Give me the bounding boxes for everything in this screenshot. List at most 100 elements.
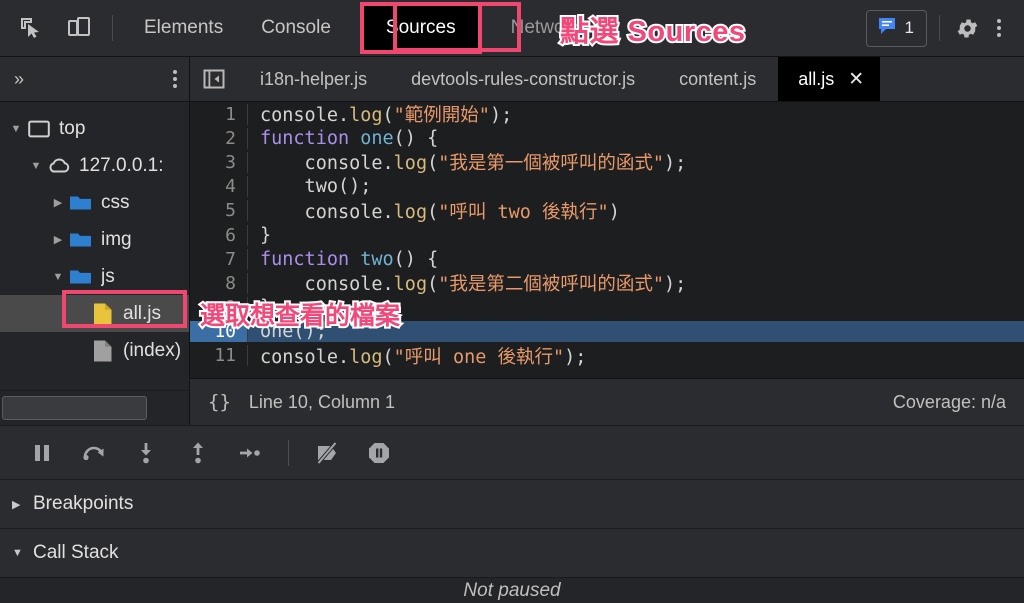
code-line[interactable]: 9} <box>190 296 1024 320</box>
file-tab-devtools-rules-constructor[interactable]: devtools-rules-constructor.js <box>389 57 657 101</box>
code-line-content[interactable]: console.log("呼叫 two 後執行") <box>248 198 1024 224</box>
code-token: . <box>337 346 350 368</box>
code-token: function <box>260 127 350 149</box>
console-message-badge[interactable]: 1 <box>865 9 927 47</box>
file-tree: ▼ top ▼ 127.0.0.1: ▶ css ▶ img ▼ js all.… <box>0 102 189 390</box>
tree-item-top[interactable]: ▼ top <box>0 110 189 147</box>
toolbar-right-actions: 1 <box>865 9 1024 47</box>
code-token: "我是第一個被呼叫的函式" <box>438 153 665 175</box>
tree-item-js[interactable]: ▼ js <box>0 258 189 295</box>
twisty-icon[interactable]: ▼ <box>26 160 46 172</box>
line-number[interactable]: 7 <box>190 248 248 270</box>
scrollbar-thumb[interactable] <box>2 396 147 420</box>
step-into-icon[interactable] <box>120 433 172 473</box>
kebab-menu-icon[interactable] <box>984 19 1014 37</box>
code-line-content[interactable]: one(); <box>248 321 1024 343</box>
code-line-content[interactable]: console.log("呼叫 one 後執行"); <box>248 343 1024 369</box>
code-line-content[interactable]: console.log("我是第二個被呼叫的函式"); <box>248 270 1024 296</box>
file-tab-all-js[interactable]: all.js ✕ <box>778 57 881 101</box>
tab-sources[interactable]: Sources <box>363 6 478 50</box>
code-token: console <box>260 105 338 127</box>
tab-console[interactable]: Console <box>242 0 350 56</box>
tree-item-index[interactable]: ▶ (index) <box>0 332 189 369</box>
file-tab-i18n-helper[interactable]: i18n-helper.js <box>238 57 389 101</box>
deactivate-breakpoints-icon[interactable] <box>301 433 353 473</box>
code-token: console <box>260 153 383 175</box>
code-line[interactable]: 8 console.log("我是第二個被呼叫的函式"); <box>190 271 1024 295</box>
show-navigator-icon[interactable] <box>190 57 238 101</box>
code-line-content[interactable]: console.log("範例開始"); <box>248 102 1024 127</box>
tab-elements[interactable]: Elements <box>125 0 242 56</box>
code-line[interactable]: 3 console.log("我是第一個被呼叫的函式"); <box>190 150 1024 174</box>
pause-on-exceptions-icon[interactable] <box>353 433 405 473</box>
code-line-content[interactable]: function one() { <box>248 128 1024 149</box>
twisty-icon[interactable]: ▶ <box>48 196 68 209</box>
twisty-icon[interactable]: ▼ <box>6 123 26 135</box>
sources-panel-body: » ▼ top ▼ 127.0.0.1: ▶ css ▶ img ▼ js al… <box>0 57 1024 425</box>
code-token: } <box>260 224 272 246</box>
navigator-horizontal-scrollbar[interactable] <box>0 390 189 425</box>
tree-item-label: (index) <box>123 339 182 361</box>
code-token: ( <box>427 274 439 296</box>
code-line[interactable]: 5 console.log("呼叫 two 後執行") <box>190 199 1024 223</box>
line-number[interactable]: 5 <box>190 200 248 222</box>
code-token: () { <box>393 127 439 149</box>
section-call-stack[interactable]: ▼ Call Stack <box>0 529 1024 578</box>
tree-item-img[interactable]: ▶ img <box>0 221 189 258</box>
file-tab-content[interactable]: content.js <box>657 57 778 101</box>
code-token: . <box>382 201 394 223</box>
device-toolbar-icon[interactable] <box>62 11 96 45</box>
tree-item-css[interactable]: ▶ css <box>0 184 189 221</box>
tree-item-label: js <box>101 265 115 287</box>
code-editor[interactable]: 1 console.log("範例開始"); 2 function one() {3 … <box>190 102 1024 378</box>
code-token: log <box>349 346 383 368</box>
code-line-content[interactable]: two(); <box>248 176 1024 197</box>
code-line-content[interactable]: console.log("我是第一個被呼叫的函式"); <box>248 149 1024 175</box>
line-number[interactable]: 1 <box>190 103 248 125</box>
file-tab-bar: i18n-helper.js devtools-rules-constructo… <box>190 57 1024 102</box>
navigator-kebab-menu-icon[interactable] <box>173 70 177 88</box>
tab-network[interactable]: Network <box>492 0 600 56</box>
line-number[interactable]: 9 <box>190 297 248 319</box>
code-line-content[interactable]: } <box>248 297 1024 318</box>
inspect-element-icon[interactable] <box>14 11 48 45</box>
code-line-content[interactable]: } <box>248 225 1024 246</box>
twisty-placeholder: ▶ <box>70 344 90 357</box>
panel-overflow-icon[interactable]: » <box>599 18 628 38</box>
code-line[interactable]: 1 console.log("範例開始"); <box>190 102 1024 126</box>
chevron-right-icon[interactable]: ▶ <box>12 498 24 511</box>
line-number[interactable]: 2 <box>190 127 248 149</box>
tree-item-host[interactable]: ▼ 127.0.0.1: <box>0 147 189 184</box>
line-number[interactable]: 11 <box>190 345 248 367</box>
twisty-icon[interactable]: ▼ <box>48 271 68 283</box>
line-number[interactable]: 6 <box>190 224 248 246</box>
code-line-content[interactable]: function two() { <box>248 249 1024 270</box>
double-chevron-right-icon[interactable]: » <box>14 69 24 90</box>
code-line[interactable]: 7 function two() { <box>190 247 1024 271</box>
code-line[interactable]: 11 console.log("呼叫 one 後執行"); <box>190 344 1024 368</box>
pretty-print-icon[interactable]: {} <box>208 391 231 413</box>
twisty-icon[interactable]: ▶ <box>48 233 68 246</box>
step-over-icon[interactable] <box>68 433 120 473</box>
line-number[interactable]: 8 <box>190 272 248 294</box>
step-icon[interactable] <box>224 433 276 473</box>
line-number[interactable]: 3 <box>190 151 248 173</box>
close-icon[interactable]: ✕ <box>848 70 864 89</box>
code-line[interactable]: 6} <box>190 223 1024 247</box>
code-line[interactable]: 2 function one() { <box>190 126 1024 150</box>
line-number[interactable]: 10 <box>190 321 248 343</box>
line-number[interactable]: 4 <box>190 176 248 198</box>
code-line[interactable]: 10 one(); <box>190 320 1024 344</box>
pause-script-icon[interactable] <box>16 433 68 473</box>
section-label: Call Stack <box>33 542 119 563</box>
gear-icon[interactable] <box>950 11 984 45</box>
chevron-down-icon[interactable]: ▼ <box>12 547 24 559</box>
code-token: ) <box>608 201 620 223</box>
tree-item-all-js[interactable]: ▶ all.js <box>0 295 189 332</box>
code-token: ( <box>427 201 439 223</box>
code-line[interactable]: 4 two(); <box>190 175 1024 199</box>
section-breakpoints[interactable]: ▶ Breakpoints <box>0 480 1024 529</box>
step-out-icon[interactable] <box>172 433 224 473</box>
code-token: log <box>393 201 428 223</box>
code-token: console <box>260 201 383 223</box>
